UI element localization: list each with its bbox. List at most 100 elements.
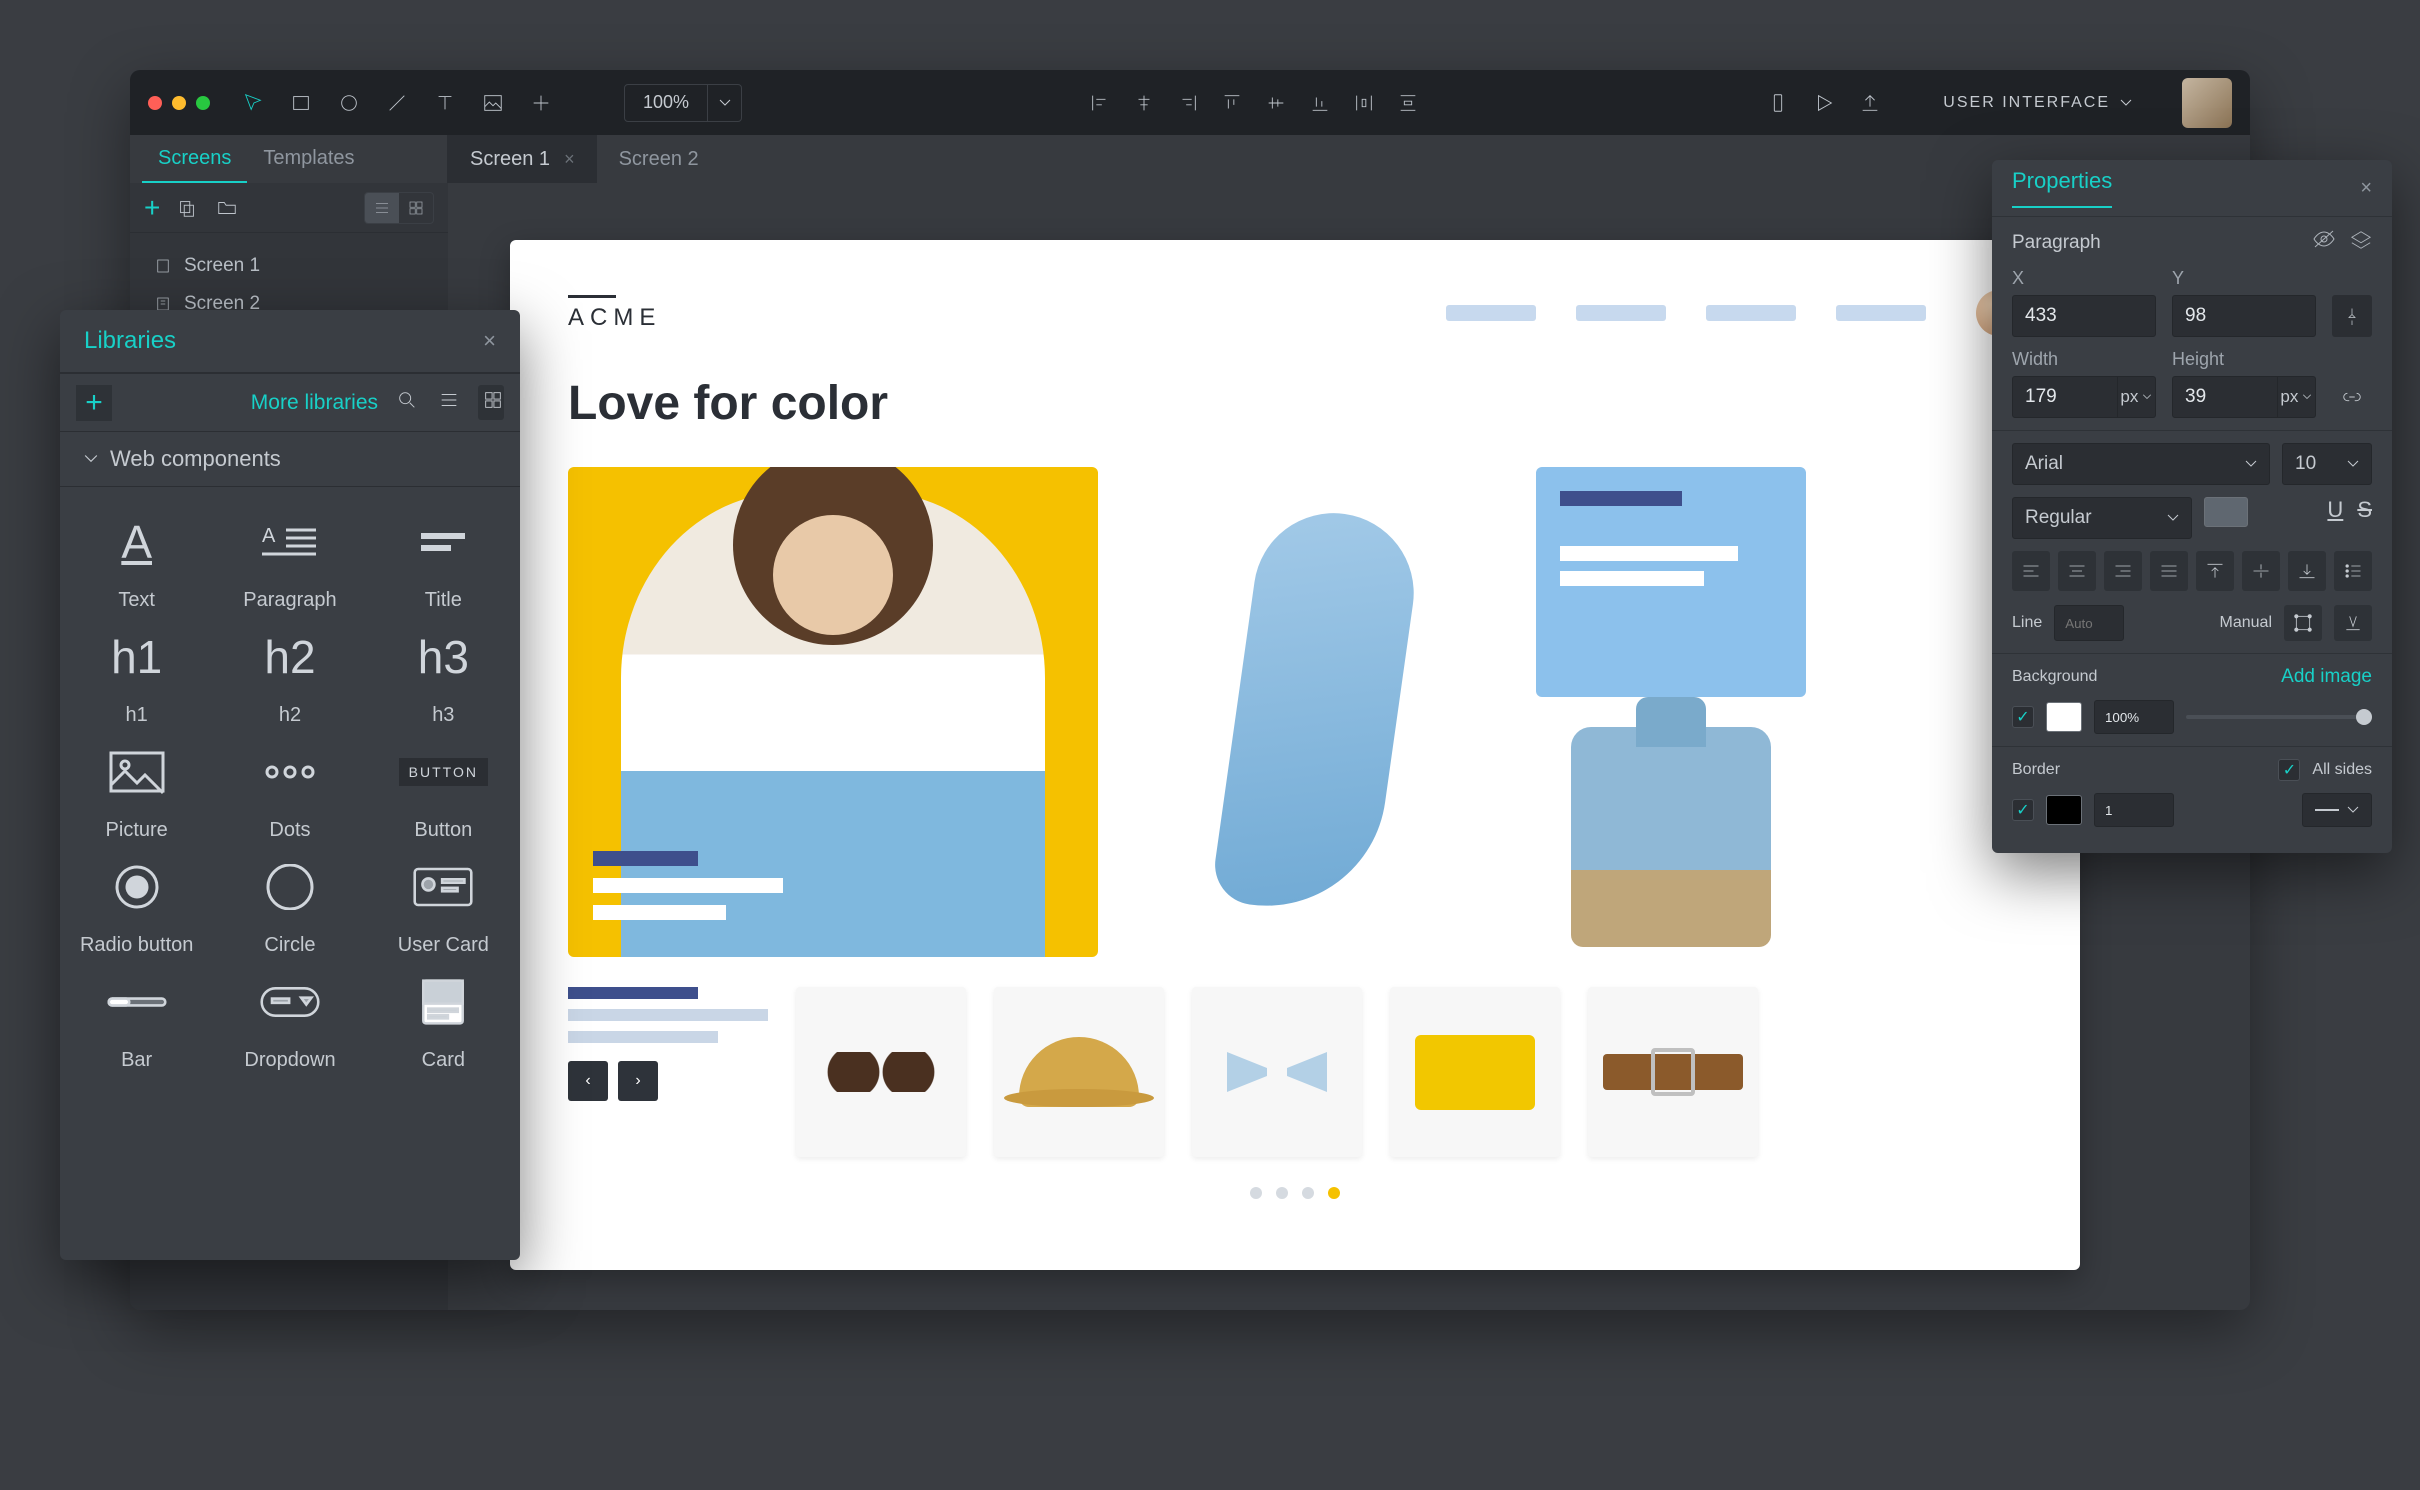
border-color-swatch[interactable] bbox=[2046, 795, 2082, 825]
zoom-control[interactable]: 100% bbox=[624, 84, 742, 122]
duplicate-icon[interactable] bbox=[174, 195, 200, 221]
valign-bottom-icon[interactable] bbox=[2288, 551, 2326, 591]
component-paragraph[interactable]: AParagraph bbox=[213, 507, 366, 612]
component-usercard[interactable]: User Card bbox=[367, 852, 520, 957]
link-dimensions-button[interactable] bbox=[2332, 376, 2372, 418]
add-screen-button[interactable]: + bbox=[144, 192, 160, 224]
y-input[interactable] bbox=[2172, 295, 2316, 337]
component-text[interactable]: AText bbox=[60, 507, 213, 612]
rectangle-tool[interactable] bbox=[288, 90, 314, 116]
font-weight-select[interactable]: Regular bbox=[2012, 497, 2192, 539]
component-picture[interactable]: Picture bbox=[60, 737, 213, 842]
add-library-button[interactable]: + bbox=[76, 385, 112, 421]
auto-size-icon[interactable] bbox=[2334, 605, 2372, 641]
align-center-h-icon[interactable] bbox=[1131, 90, 1157, 116]
screen-item[interactable]: Screen 1 bbox=[148, 247, 430, 285]
more-libraries-link[interactable]: More libraries bbox=[251, 391, 378, 415]
upload-icon[interactable] bbox=[1857, 90, 1883, 116]
maximize-window-icon[interactable] bbox=[196, 96, 210, 110]
next-arrow-button[interactable]: › bbox=[618, 1061, 658, 1101]
layers-icon[interactable] bbox=[2350, 229, 2372, 256]
component-h1[interactable]: h1h1 bbox=[60, 622, 213, 727]
valign-top-icon[interactable] bbox=[2196, 551, 2234, 591]
border-style-select[interactable] bbox=[2302, 793, 2372, 827]
image-tool[interactable] bbox=[480, 90, 506, 116]
mobile-preview-icon[interactable] bbox=[1765, 90, 1791, 116]
close-properties-button[interactable]: × bbox=[2360, 177, 2372, 200]
page-dot[interactable] bbox=[1250, 1187, 1262, 1199]
valign-middle-icon[interactable] bbox=[2242, 551, 2280, 591]
search-icon[interactable] bbox=[394, 389, 420, 416]
distribute-h-icon[interactable] bbox=[1351, 90, 1377, 116]
width-unit-dropdown[interactable]: px bbox=[2118, 376, 2156, 418]
list-icon[interactable] bbox=[2334, 551, 2372, 591]
height-input[interactable] bbox=[2172, 376, 2278, 418]
background-enabled-checkbox[interactable]: ✓ bbox=[2012, 706, 2034, 728]
doc-tab-1[interactable]: Screen 1 × bbox=[448, 135, 597, 183]
line-auto-input[interactable] bbox=[2054, 605, 2124, 641]
font-size-select[interactable]: 10 bbox=[2282, 443, 2372, 485]
align-top-icon[interactable] bbox=[1219, 90, 1245, 116]
folder-icon[interactable] bbox=[214, 195, 240, 221]
user-avatar[interactable] bbox=[2182, 78, 2232, 128]
add-tool[interactable] bbox=[528, 90, 554, 116]
opacity-slider[interactable] bbox=[2186, 715, 2372, 719]
background-color-swatch[interactable] bbox=[2046, 702, 2082, 732]
bounds-icon[interactable] bbox=[2284, 605, 2322, 641]
text-align-right-icon[interactable] bbox=[2104, 551, 2142, 591]
add-image-link[interactable]: Add image bbox=[2281, 666, 2372, 688]
align-bottom-icon[interactable] bbox=[1307, 90, 1333, 116]
align-right-icon[interactable] bbox=[1175, 90, 1201, 116]
close-libraries-button[interactable]: × bbox=[483, 328, 496, 354]
component-circle[interactable]: Circle bbox=[213, 852, 366, 957]
component-bar[interactable]: Bar bbox=[60, 967, 213, 1072]
project-dropdown[interactable]: USER INTERFACE bbox=[1943, 94, 2132, 112]
zoom-dropdown-icon[interactable] bbox=[707, 85, 741, 121]
component-dots[interactable]: Dots bbox=[213, 737, 366, 842]
select-tool[interactable] bbox=[240, 90, 266, 116]
underline-icon[interactable]: U bbox=[2327, 497, 2343, 539]
line-tool[interactable] bbox=[384, 90, 410, 116]
text-align-center-icon[interactable] bbox=[2058, 551, 2096, 591]
text-color-swatch[interactable] bbox=[2204, 497, 2248, 527]
list-view-icon[interactable] bbox=[436, 389, 462, 416]
border-enabled-checkbox[interactable]: ✓ bbox=[2012, 799, 2034, 821]
component-title[interactable]: Title bbox=[367, 507, 520, 612]
text-tool[interactable] bbox=[432, 90, 458, 116]
play-preview-icon[interactable] bbox=[1811, 90, 1837, 116]
prev-arrow-button[interactable]: ‹ bbox=[568, 1061, 608, 1101]
component-card[interactable]: Card bbox=[367, 967, 520, 1072]
page-dot[interactable] bbox=[1302, 1187, 1314, 1199]
strikethrough-icon[interactable]: S bbox=[2357, 497, 2372, 539]
pin-position-button[interactable] bbox=[2332, 295, 2372, 337]
minimize-window-icon[interactable] bbox=[172, 96, 186, 110]
page-dot[interactable] bbox=[1276, 1187, 1288, 1199]
border-width-input[interactable] bbox=[2094, 793, 2174, 827]
x-input[interactable] bbox=[2012, 295, 2156, 337]
align-left-icon[interactable] bbox=[1087, 90, 1113, 116]
grid-view-icon[interactable] bbox=[478, 385, 504, 420]
component-h2[interactable]: h2h2 bbox=[213, 622, 366, 727]
library-section-header[interactable]: Web components bbox=[60, 432, 520, 487]
doc-tab-2[interactable]: Screen 2 bbox=[597, 135, 721, 183]
view-toggle[interactable] bbox=[364, 192, 434, 224]
component-radio[interactable]: Radio button bbox=[60, 852, 213, 957]
text-align-left-icon[interactable] bbox=[2012, 551, 2050, 591]
component-h3[interactable]: h3h3 bbox=[367, 622, 520, 727]
distribute-v-icon[interactable] bbox=[1395, 90, 1421, 116]
font-family-select[interactable]: Arial bbox=[2012, 443, 2270, 485]
sidebar-tab-templates[interactable]: Templates bbox=[247, 135, 370, 183]
height-unit-dropdown[interactable]: px bbox=[2278, 376, 2316, 418]
ellipse-tool[interactable] bbox=[336, 90, 362, 116]
text-align-justify-icon[interactable] bbox=[2150, 551, 2188, 591]
all-sides-checkbox[interactable]: ✓ bbox=[2278, 759, 2300, 781]
background-opacity-input[interactable] bbox=[2094, 700, 2174, 734]
list-view-icon[interactable] bbox=[365, 193, 399, 223]
width-input[interactable] bbox=[2012, 376, 2118, 418]
close-window-icon[interactable] bbox=[148, 96, 162, 110]
close-tab-icon[interactable]: × bbox=[564, 149, 575, 170]
align-middle-icon[interactable] bbox=[1263, 90, 1289, 116]
component-button[interactable]: BUTTONButton bbox=[367, 737, 520, 842]
page-dot-active[interactable] bbox=[1328, 1187, 1340, 1199]
sidebar-tab-screens[interactable]: Screens bbox=[142, 135, 247, 183]
